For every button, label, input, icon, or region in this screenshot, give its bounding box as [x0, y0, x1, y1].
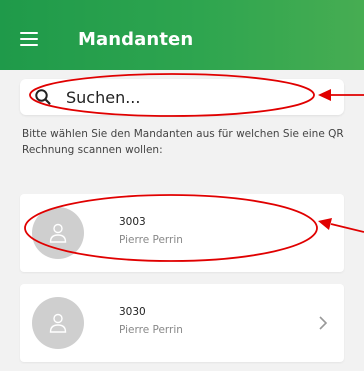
avatar: [32, 207, 84, 259]
instruction-text: Bitte wählen Sie den Mandanten aus für w…: [22, 128, 344, 156]
client-name: Pierre Perrin: [119, 324, 183, 336]
avatar: [32, 297, 84, 349]
app-bar: Mandanten: [0, 0, 364, 70]
client-number: 3003: [119, 216, 146, 228]
hamburger-menu-icon[interactable]: [20, 32, 38, 46]
chevron-right-icon[interactable]: [318, 315, 328, 331]
client-name: Pierre Perrin: [119, 234, 183, 246]
person-icon: [49, 313, 67, 333]
page-title: Mandanten: [78, 29, 194, 50]
search-icon: [35, 89, 51, 105]
client-number: 3030: [119, 306, 146, 318]
person-icon: [49, 223, 67, 243]
search-bar[interactable]: [20, 79, 344, 115]
client-card[interactable]: 3003 Pierre Perrin: [20, 194, 344, 272]
main-content: Bitte wählen Sie den Mandanten aus für w…: [0, 70, 364, 371]
search-input[interactable]: [66, 85, 326, 109]
client-card[interactable]: 3030 Pierre Perrin: [20, 284, 344, 362]
